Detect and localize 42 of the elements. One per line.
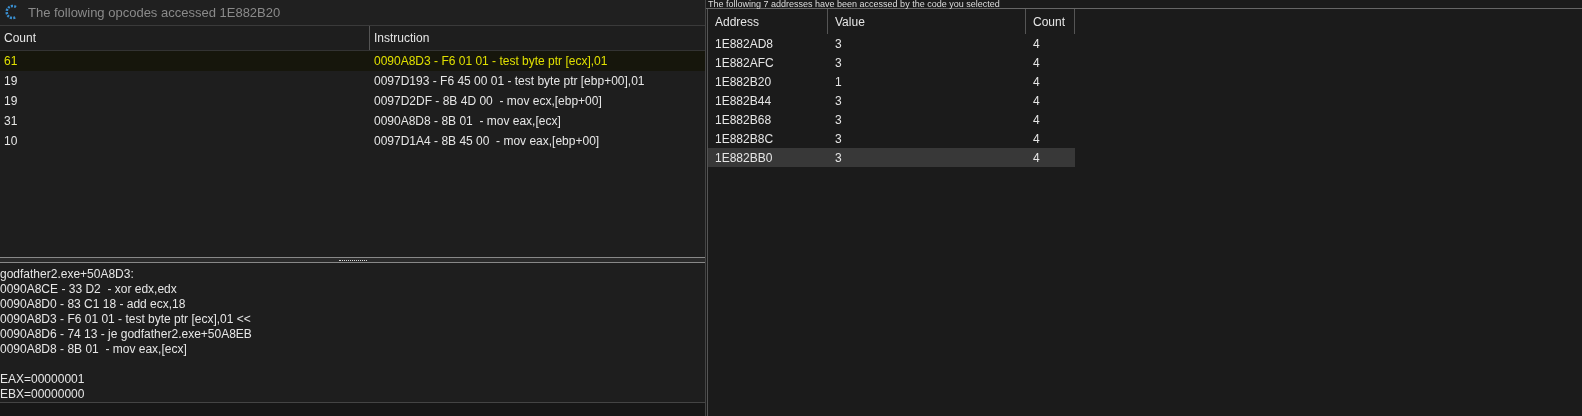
table-cell-text: 31 xyxy=(3,112,19,130)
table-row[interactable]: 61 0090A8D3 - F6 01 01 - test byte ptr [ecx],01 xyxy=(0,50,705,71)
table-row[interactable]: 1E882BB0 3 4 xyxy=(708,148,1075,167)
table-cell-text: 1E882B44 xyxy=(714,92,773,110)
table-cell-text: 1E882BB0 xyxy=(714,149,774,167)
column-header[interactable]: Instruction xyxy=(370,25,705,50)
column-header[interactable]: Count xyxy=(0,25,370,50)
table-cell-text: 1E882B8C xyxy=(714,130,775,148)
table-cell-text: 19 xyxy=(3,92,19,110)
table-cell-text: 1 xyxy=(834,73,843,91)
table-cell-text: 0090A8D8 - 8B 01 - mov eax,[ecx] xyxy=(373,112,562,130)
table-cell-text: 3 xyxy=(834,111,843,129)
table-cell-text: 3 xyxy=(834,35,843,53)
table-cell-text: 61 xyxy=(3,52,19,70)
table-cell-text: 3 xyxy=(834,130,843,148)
table-cell-text: 19 xyxy=(3,72,19,90)
table-cell-text: 0090A8D3 - F6 01 01 - test byte ptr [ecx],01 xyxy=(373,52,609,70)
table-cell-text: 4 xyxy=(1032,111,1041,129)
table-cell-text: 4 xyxy=(1032,73,1041,91)
table-cell-text: 0097D1A4 - 8B 45 00 - mov eax,[ebp+00] xyxy=(373,132,601,150)
table-cell-text: 3 xyxy=(834,54,843,72)
table-cell-text: 1E882B68 xyxy=(714,111,773,129)
table-cell-text: 4 xyxy=(1032,130,1041,148)
table-cell-text: 4 xyxy=(1032,54,1041,72)
table-cell-text: 1E882AFC xyxy=(714,54,775,72)
table-cell-text: 4 xyxy=(1032,92,1041,110)
table-cell-text: 3 xyxy=(834,149,843,167)
table-cell-text: 0097D2DF - 8B 4D 00 - mov ecx,[ebp+00] xyxy=(373,92,603,110)
table-cell-text: 3 xyxy=(834,92,843,110)
table-row[interactable]: 19 0097D193 - F6 45 00 01 - test byte ptr [ebp+00],01 xyxy=(0,70,705,91)
table-row[interactable]: 31 0090A8D8 - 8B 01 - mov eax,[ecx] xyxy=(0,110,705,131)
table-row[interactable]: 19 0097D2DF - 8B 4D 00 - mov ecx,[ebp+00] xyxy=(0,90,705,111)
table-cell-text: 1E882B20 xyxy=(714,73,773,91)
table-cell-text: 10 xyxy=(3,132,19,150)
table-cell-text: 1E882AD8 xyxy=(714,35,775,53)
table-cell-text: 0097D193 - F6 45 00 01 - test byte ptr [ebp+00],01 xyxy=(373,72,646,90)
window-title: The following opcodes accessed 1E882B20 xyxy=(28,3,281,22)
table-cell-text: 4 xyxy=(1032,149,1041,167)
table-row[interactable]: 10 0097D1A4 - 8B 45 00 - mov eax,[ebp+00] xyxy=(0,130,705,151)
disassembly-text: godfather2.exe+50A8D3: 0090A8CE - 33 D2 - xor edx,edx 0090A8D0 - 83 C1 18 - add ecx,18 0090A8D3 - F6 01 01 - test byte ptr [ecx],01 << 0090A8D6 - 74 13 - je godfather2.exe+50A8EB 0090A8D8 - 8B 01 - mov eax,[ecx] EAX=00000001 EBX=00000000 xyxy=(0,266,253,402)
table-cell-text: 4 xyxy=(1032,35,1041,53)
caption-text: The following 7 addresses have been accessed by the code you selected xyxy=(706,0,1582,9)
